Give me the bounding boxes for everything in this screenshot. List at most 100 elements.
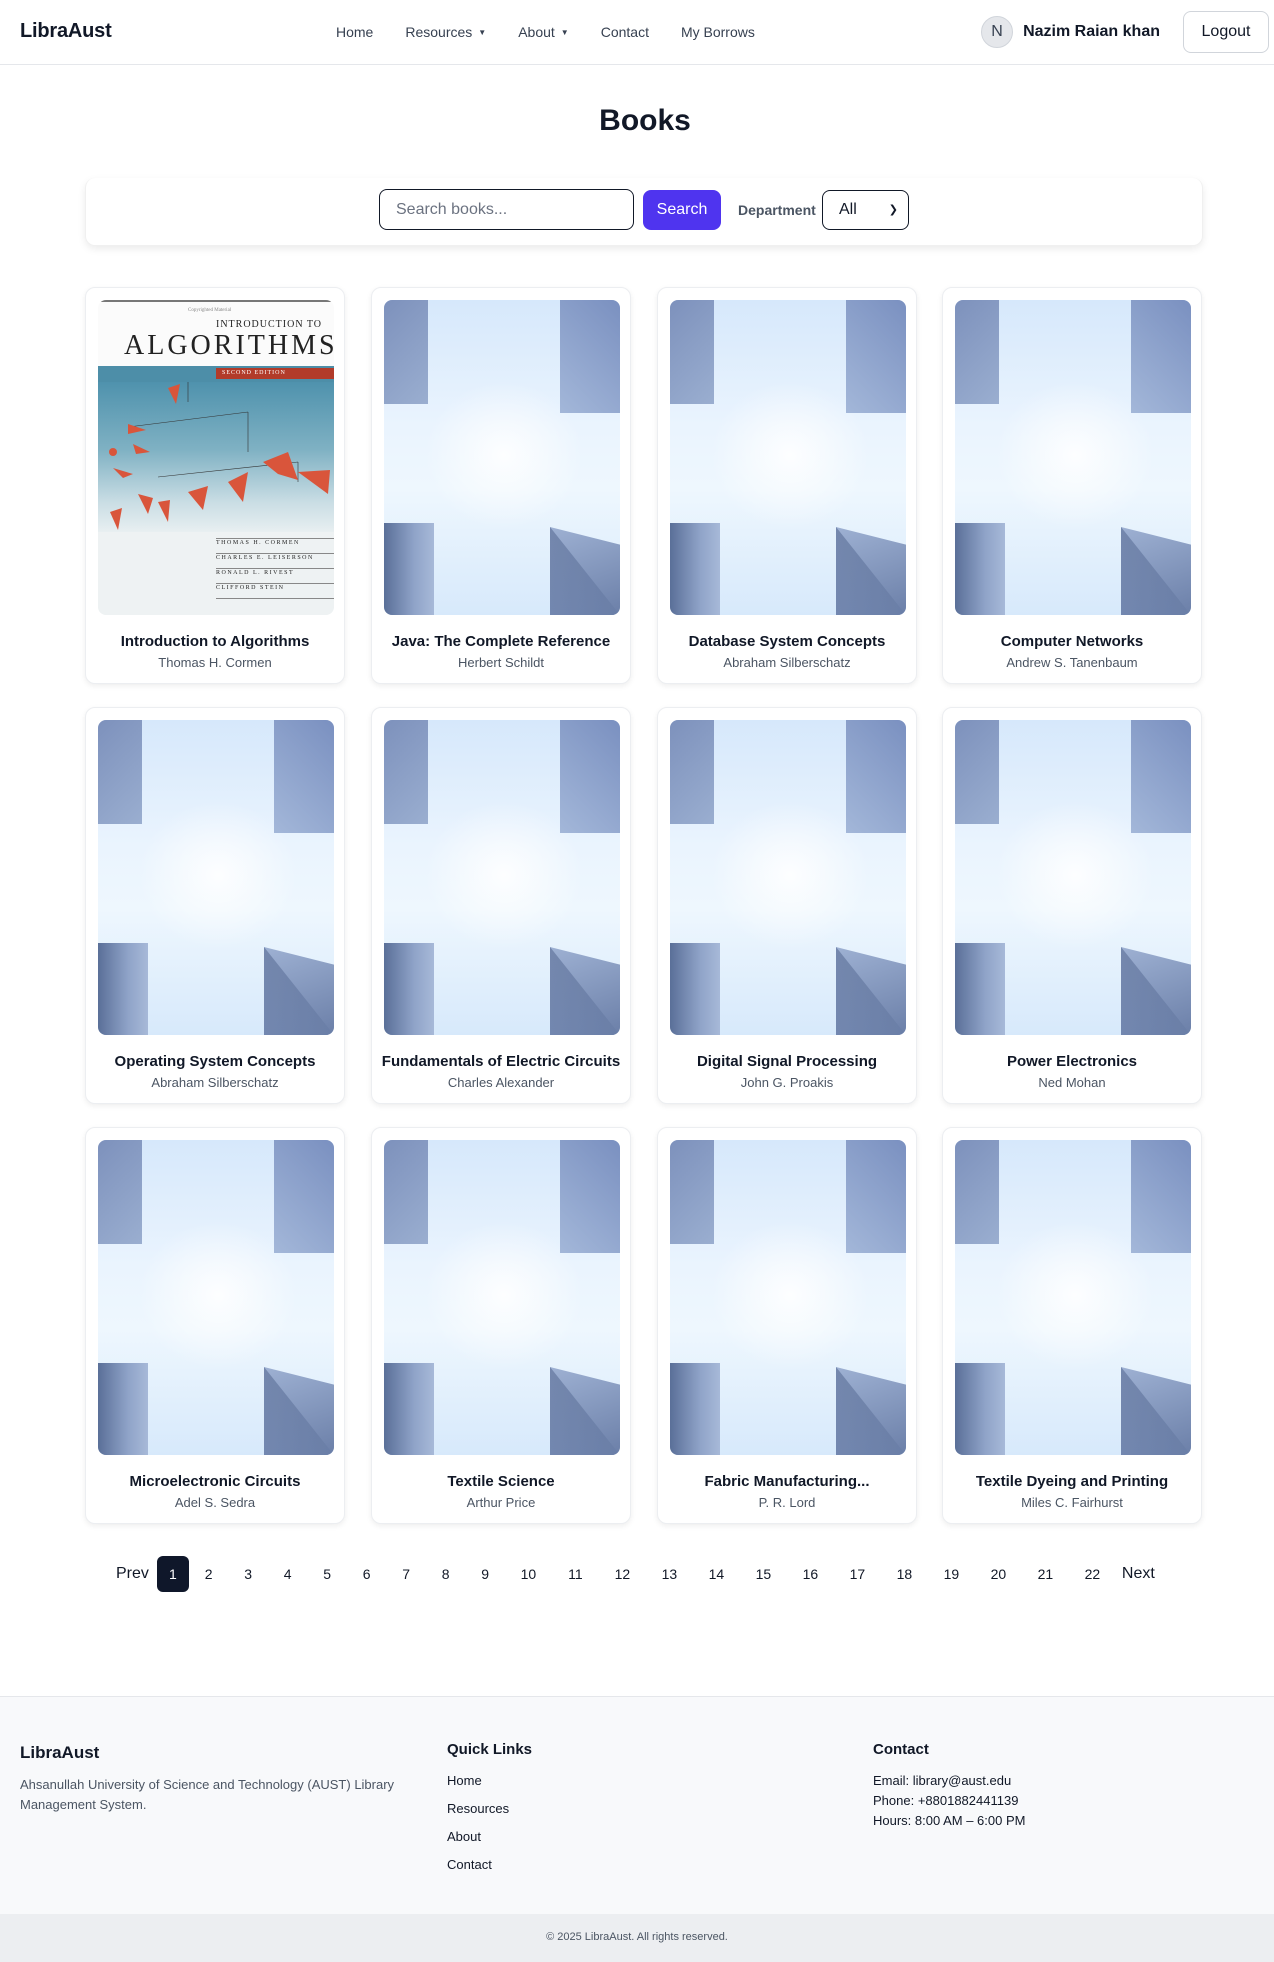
- book-cover-image[interactable]: [955, 300, 1191, 615]
- cover-author-name: RONALD L. RIVEST: [216, 570, 295, 576]
- pagination-page[interactable]: 12: [599, 1566, 646, 1582]
- book-title[interactable]: Textile Dyeing and Printing: [943, 1473, 1201, 1490]
- pagination-page[interactable]: 3: [228, 1566, 268, 1582]
- book-title[interactable]: Fundamentals of Electric Circuits: [372, 1053, 630, 1070]
- cover-subtitle: INTRODUCTION TO: [216, 319, 323, 330]
- book-title[interactable]: Digital Signal Processing: [658, 1053, 916, 1070]
- book-author: Charles Alexander: [447, 1075, 555, 1090]
- cover-mobile-art: [98, 382, 334, 532]
- user-menu[interactable]: N Nazim Raian khan: [981, 16, 1160, 48]
- book-card[interactable]: Fundamentals of Electric Circuits Charles…: [371, 707, 631, 1104]
- pagination-page[interactable]: 11: [552, 1566, 599, 1582]
- pagination-page[interactable]: 16: [787, 1566, 834, 1582]
- nav-link-home[interactable]: Home: [336, 24, 373, 40]
- nav-link-resources[interactable]: Resources ▼: [405, 24, 486, 40]
- cover-edition: SECOND EDITION: [216, 368, 334, 379]
- book-author: Ned Mohan: [1038, 1075, 1106, 1090]
- brand-logo[interactable]: LibraAust: [20, 20, 112, 43]
- building-art: [955, 1363, 1005, 1455]
- book-card[interactable]: Digital Signal Processing John G. Proakis: [657, 707, 917, 1104]
- book-cover-image[interactable]: Copyrighted Material INTRODUCTION TO ALGOR…: [98, 300, 334, 615]
- book-card[interactable]: Copyrighted Material INTRODUCTION TO ALGOR…: [85, 287, 345, 684]
- footer-link-resources[interactable]: Resources: [447, 1801, 509, 1816]
- book-cover-image[interactable]: [384, 720, 620, 1035]
- book-title[interactable]: Operating System Concepts: [86, 1053, 344, 1070]
- book-card[interactable]: Java: The Complete Reference Herbert Schi…: [371, 287, 631, 684]
- pagination-page[interactable]: 9: [465, 1566, 505, 1582]
- page-title: Books: [599, 104, 691, 137]
- book-cover-image[interactable]: [384, 300, 620, 615]
- nav-link-contact[interactable]: Contact: [601, 24, 649, 40]
- book-card[interactable]: Textile Dyeing and Printing Miles C. Fair…: [942, 1127, 1202, 1524]
- search-button[interactable]: Search: [643, 190, 721, 230]
- building-art: [98, 720, 142, 824]
- book-card[interactable]: Computer Networks Andrew S. Tanenbaum: [942, 287, 1202, 684]
- book-cover-image[interactable]: [670, 300, 906, 615]
- book-card[interactable]: Database System Concepts Abraham Silbersc…: [657, 287, 917, 684]
- cover-authors: THOMAS H. CORMEN CHARLES E. LEISERSON RONA…: [98, 532, 334, 615]
- book-cover-image[interactable]: [98, 1140, 334, 1455]
- search-input[interactable]: [379, 189, 634, 230]
- building-art: [846, 300, 906, 413]
- pagination-page[interactable]: 7: [386, 1566, 426, 1582]
- pagination-page[interactable]: 10: [505, 1566, 552, 1582]
- avatar[interactable]: N: [981, 16, 1014, 48]
- nav-link-label: Home: [336, 24, 374, 40]
- pagination-page[interactable]: 15: [740, 1566, 787, 1582]
- book-title[interactable]: Textile Science: [372, 1473, 630, 1490]
- book-card[interactable]: Fabric Manufacturing... P. R. Lord: [657, 1127, 917, 1524]
- footer-link-about[interactable]: About: [447, 1829, 481, 1844]
- pagination-page[interactable]: 20: [975, 1566, 1022, 1582]
- book-title[interactable]: Power Electronics: [943, 1053, 1201, 1070]
- pagination-page[interactable]: 18: [881, 1566, 928, 1582]
- building-art: [670, 943, 720, 1035]
- book-card[interactable]: Textile Science Arthur Price: [371, 1127, 631, 1524]
- pagination-page[interactable]: 5: [307, 1566, 347, 1582]
- pagination-page[interactable]: 19: [928, 1566, 975, 1582]
- pagination-page[interactable]: 13: [646, 1566, 693, 1582]
- book-cover-image[interactable]: [98, 720, 334, 1035]
- book-title[interactable]: Computer Networks: [943, 633, 1201, 650]
- book-title[interactable]: Database System Concepts: [658, 633, 916, 650]
- pagination-next[interactable]: Next: [1122, 1565, 1155, 1583]
- caret-down-icon: ▼: [560, 27, 569, 37]
- nav-link-label: About: [518, 24, 555, 40]
- nav-link-label: Resources: [405, 24, 473, 40]
- book-cover-image[interactable]: [670, 1140, 906, 1455]
- logout-button[interactable]: Logout: [1183, 11, 1269, 53]
- building-art: [955, 943, 1005, 1035]
- footer-link-home[interactable]: Home: [447, 1773, 482, 1788]
- pagination-page[interactable]: 4: [268, 1566, 308, 1582]
- pagination-page[interactable]: 2: [189, 1566, 229, 1582]
- user-name[interactable]: Nazim Raian khan: [1023, 23, 1160, 41]
- pagination-prev[interactable]: Prev: [116, 1565, 149, 1583]
- department-select[interactable]: All ❯: [822, 190, 909, 230]
- cover-author-name: CHARLES E. LEISERSON: [216, 555, 314, 561]
- pagination-page[interactable]: 22: [1069, 1566, 1116, 1582]
- nav-link-about[interactable]: About ▼: [518, 24, 569, 40]
- pagination-page[interactable]: 6: [347, 1566, 387, 1582]
- pagination-page[interactable]: 21: [1022, 1566, 1069, 1582]
- pagination-page[interactable]: 1: [156, 1556, 189, 1592]
- footer-link-contact[interactable]: Contact: [447, 1857, 492, 1872]
- book-author: Arthur Price: [466, 1495, 536, 1510]
- book-card[interactable]: Operating System Concepts Abraham Silbers…: [85, 707, 345, 1104]
- book-author: Thomas H. Cormen: [158, 655, 272, 670]
- nav-link-my-borrows[interactable]: My Borrows: [681, 24, 755, 40]
- book-author: Adel S. Sedra: [174, 1495, 256, 1510]
- building-art: [670, 1363, 720, 1455]
- pagination-page[interactable]: 14: [693, 1566, 740, 1582]
- pagination-page[interactable]: 8: [426, 1566, 466, 1582]
- book-title[interactable]: Java: The Complete Reference: [372, 633, 630, 650]
- book-title[interactable]: Introduction to Algorithms: [86, 633, 344, 650]
- book-title[interactable]: Microelectronic Circuits: [86, 1473, 344, 1490]
- book-title[interactable]: Fabric Manufacturing...: [658, 1473, 916, 1490]
- book-cover-image[interactable]: [670, 720, 906, 1035]
- cover-divider: [216, 568, 334, 569]
- book-cover-image[interactable]: [955, 720, 1191, 1035]
- book-cover-image[interactable]: [384, 1140, 620, 1455]
- pagination-page[interactable]: 17: [834, 1566, 881, 1582]
- book-card[interactable]: Microelectronic Circuits Adel S. Sedra: [85, 1127, 345, 1524]
- book-card[interactable]: Power Electronics Ned Mohan: [942, 707, 1202, 1104]
- book-cover-image[interactable]: [955, 1140, 1191, 1455]
